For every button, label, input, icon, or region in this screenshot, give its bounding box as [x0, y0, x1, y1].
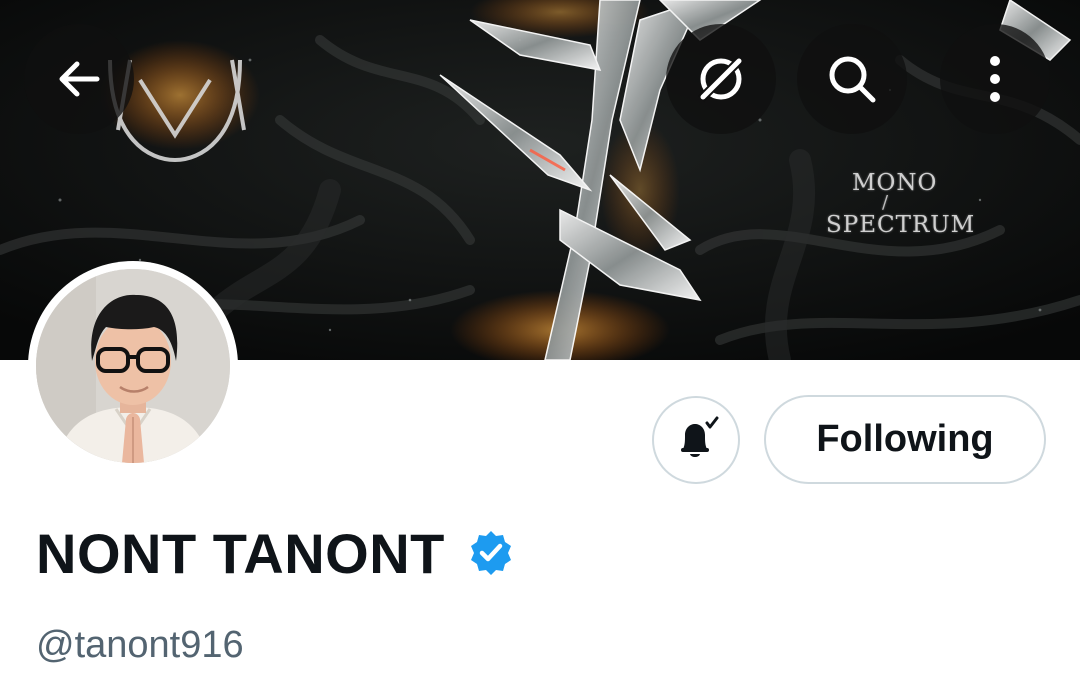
display-name: NONT TANONT [36, 521, 445, 585]
profile-handle: @tanont916 [36, 624, 244, 666]
banner-art-text-mono: MONO [852, 170, 938, 196]
verified-badge-icon[interactable] [467, 529, 515, 577]
avatar-portrait-image [36, 269, 230, 463]
search-icon [829, 56, 876, 103]
profile-name-row: NONT TANONT [36, 518, 515, 588]
avatar-photo [36, 269, 230, 463]
banner-art-text-slash: / [882, 192, 890, 213]
search-button[interactable] [797, 24, 907, 134]
profile-avatar[interactable] [28, 261, 238, 471]
grok-icon [697, 55, 745, 103]
profile-page: MONO / SPECTRUM Following NONT TANONT @t… [0, 0, 1080, 690]
banner-art-text-spectrum: SPECTRUM [826, 212, 976, 238]
following-button[interactable]: Following [764, 395, 1046, 484]
arrow-left-icon [59, 61, 100, 97]
bell-check-icon [681, 416, 719, 457]
more-vertical-icon [990, 56, 1000, 102]
grok-button[interactable] [666, 24, 776, 134]
more-options-button[interactable] [940, 24, 1050, 134]
notifications-button[interactable] [652, 396, 740, 484]
back-button[interactable] [24, 24, 134, 134]
